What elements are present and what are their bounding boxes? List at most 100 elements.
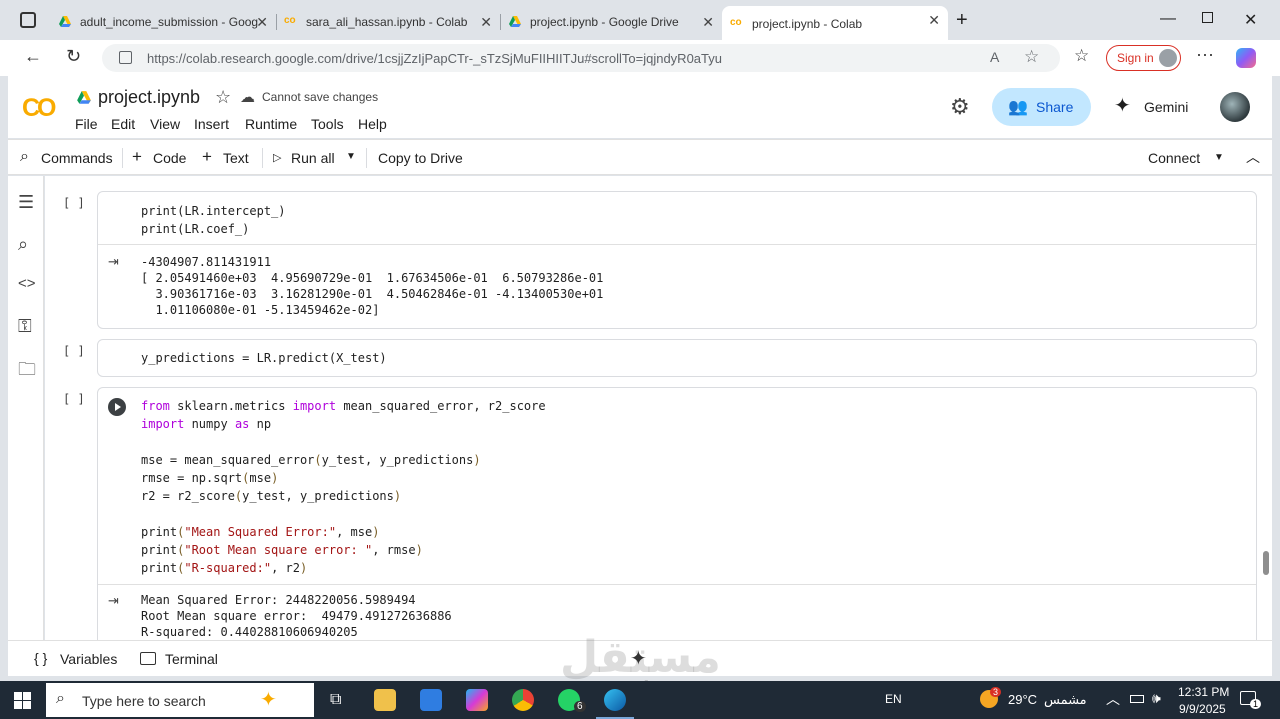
google-drive-icon — [58, 15, 72, 29]
code-snippets-icon[interactable]: <> — [18, 275, 36, 292]
cell-code[interactable]: print(LR.intercept_) print(LR.coef_) — [141, 202, 286, 238]
chrome-icon[interactable] — [512, 689, 534, 711]
taskbar-search[interactable]: ⌕ Type here to search ✦ — [46, 683, 314, 717]
notebook-main: [ ] print(LR.intercept_) print(LR.coef_)… — [45, 176, 1272, 640]
variables-icon: { } — [34, 650, 48, 666]
run-all-button[interactable]: Run all — [291, 150, 335, 166]
tab-project-colab[interactable]: co project.ipynb - Colab ✕ — [722, 6, 948, 42]
add-text-button[interactable]: Text — [223, 150, 249, 166]
gemini-icon[interactable]: ✦ — [1114, 93, 1131, 118]
close-window-icon[interactable]: ✕ — [1244, 10, 1257, 30]
url-field[interactable]: https://colab.research.google.com/drive/… — [102, 44, 1060, 72]
browser-tab-bar: adult_income_submission - Goog ✕ co sara… — [0, 0, 1280, 42]
table-of-contents-icon[interactable]: ☰ — [18, 192, 34, 213]
search-icon: ⌕ — [56, 690, 65, 707]
tab-sara-ali-hassan[interactable]: co sara_ali_hassan.ipynb - Colab ✕ — [276, 8, 500, 36]
tab-actions-icon[interactable] — [20, 12, 36, 28]
code-cell[interactable]: print(LR.intercept_) print(LR.coef_) ⇥ -… — [97, 191, 1257, 329]
menu-insert[interactable]: Insert — [194, 116, 229, 132]
minimize-icon[interactable]: — — [1160, 10, 1176, 28]
tab-adult-income[interactable]: adult_income_submission - Goog ✕ — [50, 8, 276, 36]
weather-label[interactable]: مشمس — [1044, 692, 1087, 708]
close-icon[interactable]: ✕ — [702, 14, 714, 31]
collapse-chevron-icon[interactable]: ︿ — [1246, 147, 1260, 167]
code-cell[interactable]: y_predictions = LR.predict(X_test) — [97, 339, 1257, 377]
user-avatar[interactable] — [1220, 92, 1250, 122]
tab-project-drive[interactable]: project.ipynb - Google Drive ✕ — [500, 8, 722, 36]
gemini-button[interactable]: Gemini — [1144, 99, 1188, 115]
settings-gear-icon[interactable]: ⚙ — [950, 94, 970, 120]
secrets-key-icon[interactable]: ⚿ — [18, 316, 32, 337]
read-aloud-icon[interactable]: A — [990, 49, 999, 65]
output-toggle-icon[interactable]: ⇥ — [108, 593, 119, 609]
maximize-icon[interactable] — [1202, 12, 1213, 23]
colab-icon: co — [730, 17, 742, 28]
sparkle-icon: ✦ — [260, 689, 277, 711]
microsoft-store-icon[interactable] — [420, 689, 442, 711]
new-tab-icon[interactable]: + — [956, 9, 968, 32]
show-hidden-icons[interactable]: ︿ — [1106, 689, 1120, 709]
tab-title: project.ipynb - Google Drive — [530, 15, 679, 29]
favorite-star-icon[interactable]: ☆ — [1024, 47, 1039, 67]
output-toggle-icon[interactable]: ⇥ — [108, 254, 119, 270]
close-icon[interactable]: ✕ — [480, 14, 492, 31]
connect-button[interactable]: Connect — [1148, 150, 1200, 166]
search-placeholder: Type here to search — [82, 693, 206, 709]
weather-badge: 3 — [990, 687, 1002, 697]
close-icon[interactable]: ✕ — [928, 12, 940, 29]
cell-code[interactable]: y_predictions = LR.predict(X_test) — [141, 349, 387, 367]
windows-start-icon[interactable] — [14, 692, 31, 709]
play-icon: ▷ — [273, 152, 282, 164]
close-icon[interactable]: ✕ — [256, 14, 268, 31]
colab-logo[interactable]: CO — [22, 94, 56, 123]
share-button[interactable]: 👥 Share — [992, 88, 1091, 126]
cell-run-bracket[interactable]: [ ] — [63, 196, 85, 210]
file-explorer-icon[interactable] — [374, 689, 396, 711]
reload-icon[interactable]: ↻ — [66, 46, 81, 67]
menu-runtime[interactable]: Runtime — [245, 116, 297, 132]
find-icon[interactable]: ⌕ — [18, 234, 28, 255]
star-icon[interactable]: ☆ — [215, 87, 231, 108]
volume-icon[interactable]: 🕪 — [1152, 690, 1161, 707]
menu-view[interactable]: View — [150, 116, 180, 132]
copilot-icon[interactable] — [1236, 48, 1256, 68]
battery-icon[interactable] — [1130, 695, 1144, 703]
clock-time[interactable]: 12:31 PM — [1178, 685, 1229, 699]
menu-help[interactable]: Help — [358, 116, 387, 132]
colab-header: CO project.ipynb ☆ ☁ Cannot save changes… — [8, 76, 1272, 138]
add-text-icon: + — [202, 147, 212, 166]
colab-icon: co — [284, 15, 296, 26]
cell-run-bracket[interactable]: [ ] — [63, 344, 85, 358]
microsoft-365-icon[interactable] — [466, 689, 488, 711]
edge-icon[interactable] — [604, 689, 626, 711]
back-icon[interactable]: ← — [24, 46, 42, 67]
run-all-dropdown-icon[interactable]: ▼ — [346, 151, 356, 162]
site-info-icon[interactable] — [119, 51, 132, 64]
notebook-title[interactable]: project.ipynb — [98, 87, 200, 108]
left-rail: ☰ ⌕ <> ⚿ 🗀 — [8, 176, 44, 640]
terminal-button[interactable]: Terminal — [165, 651, 218, 667]
menu-edit[interactable]: Edit — [111, 116, 135, 132]
more-options-icon[interactable]: ··· — [1196, 44, 1214, 65]
clock-date[interactable]: 9/9/2025 — [1179, 702, 1226, 716]
menu-file[interactable]: File — [75, 116, 98, 132]
cell-run-bracket[interactable]: [ ] — [63, 392, 85, 406]
run-cell-button[interactable] — [108, 398, 126, 416]
commands-button[interactable]: Commands — [41, 150, 113, 166]
weather-temp[interactable]: 29°C — [1008, 692, 1037, 707]
code-cell[interactable]: from sklearn.metrics import mean_squared… — [97, 387, 1257, 640]
cell-output: Mean Squared Error: 2448220056.5989494 R… — [141, 593, 452, 639]
scrollbar-thumb[interactable] — [1263, 551, 1269, 575]
variables-button[interactable]: Variables — [60, 651, 117, 667]
add-code-button[interactable]: Code — [153, 150, 186, 166]
menu-tools[interactable]: Tools — [311, 116, 344, 132]
task-view-icon[interactable]: ⧉ — [330, 691, 341, 709]
files-folder-icon[interactable]: 🗀 — [18, 357, 36, 387]
connect-dropdown-icon[interactable]: ▼ — [1214, 152, 1224, 163]
google-drive-icon[interactable] — [76, 90, 92, 111]
cell-code[interactable]: from sklearn.metrics import mean_squared… — [141, 397, 546, 577]
copy-to-drive-button[interactable]: Copy to Drive — [378, 150, 463, 166]
language-indicator[interactable]: EN — [885, 692, 902, 706]
sign-in-button[interactable]: Sign in — [1106, 45, 1181, 71]
favorites-icon[interactable]: ☆ — [1074, 46, 1089, 66]
